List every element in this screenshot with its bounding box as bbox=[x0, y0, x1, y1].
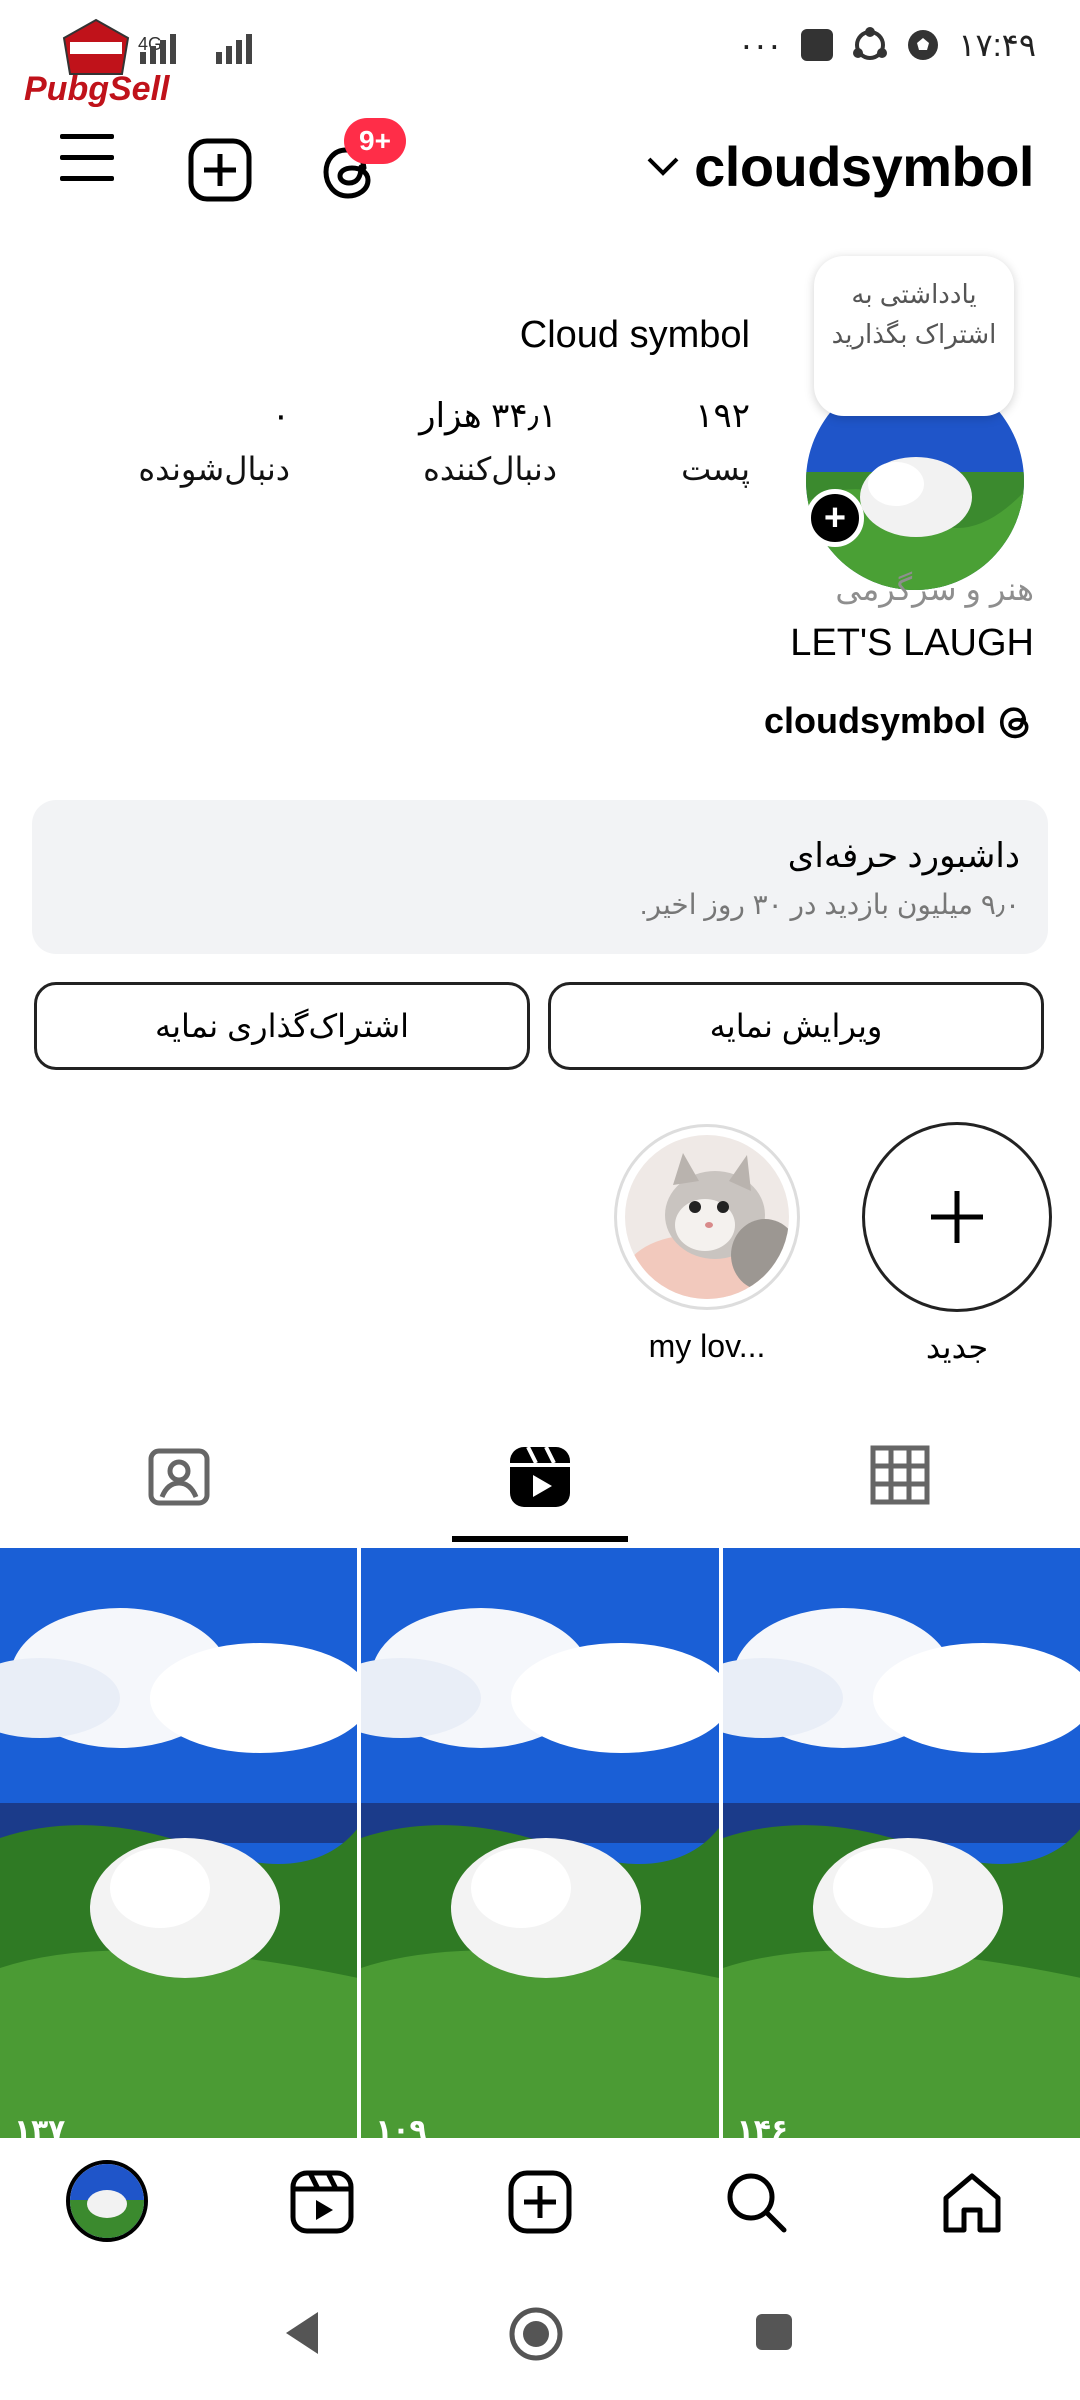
chevron-down-icon[interactable] bbox=[646, 156, 680, 178]
highlight-my-love[interactable] bbox=[614, 1124, 800, 1310]
menu-icon[interactable] bbox=[58, 130, 118, 186]
reels-grid: ۱۳۷ ۱۰۹ ۱۴۶ bbox=[0, 1548, 1080, 2138]
threads-handle: cloudsymbol bbox=[763, 700, 986, 741]
display-name: Cloud symbol bbox=[519, 314, 750, 356]
more-status-icon: ··· bbox=[740, 24, 783, 65]
tab-reels[interactable] bbox=[508, 1445, 572, 1509]
tab-grid[interactable] bbox=[870, 1445, 930, 1505]
new-highlight-button[interactable] bbox=[862, 1122, 1052, 1312]
posts-count[interactable]: ۱۹۲ bbox=[695, 396, 750, 436]
professional-dashboard-card[interactable] bbox=[32, 800, 1048, 954]
nav-create-icon[interactable] bbox=[508, 2170, 572, 2234]
following-count[interactable]: ۰ bbox=[272, 396, 290, 436]
status-time: ۱۷:۴۹ bbox=[958, 27, 1036, 63]
nav-profile-avatar[interactable] bbox=[66, 2160, 148, 2242]
profile-category: هنر و سرگرمی bbox=[835, 571, 1034, 607]
play-count: ۱۴۶ bbox=[736, 2114, 788, 2138]
threads-profile-link[interactable]: cloudsymbol bbox=[764, 700, 1034, 742]
system-back-icon[interactable] bbox=[282, 2310, 322, 2356]
note-bubble[interactable]: یادداشتی به اشتراک بگذارید bbox=[814, 256, 1014, 416]
reel-thumbnail[interactable]: ۱۴۶ bbox=[722, 1548, 1080, 2138]
grid-icon bbox=[870, 1445, 930, 1505]
highlight-my-love-label: my lov... bbox=[648, 1328, 766, 1364]
tab-tagged[interactable] bbox=[148, 1445, 210, 1507]
posts-label[interactable]: پست bbox=[681, 450, 750, 488]
nav-search-icon[interactable] bbox=[724, 2170, 788, 2234]
soccer-ball-icon bbox=[906, 28, 940, 62]
system-home-icon[interactable] bbox=[508, 2306, 564, 2362]
system-recents-icon[interactable] bbox=[754, 2312, 794, 2352]
reel-thumbnail[interactable]: ۱۳۷ bbox=[0, 1548, 358, 2138]
play-count: ۱۳۷ bbox=[14, 2114, 66, 2138]
dashboard-title: داشبورد حرفه‌ای bbox=[787, 837, 1020, 875]
dashboard-subtitle: ۹٫۰ میلیون بازدید در ۳۰ روز اخیر. bbox=[639, 889, 1020, 920]
followers-label[interactable]: دنبال‌کننده bbox=[423, 450, 557, 488]
play-count: ۱۰۹ bbox=[375, 2114, 427, 2138]
threads-small-icon bbox=[998, 702, 1034, 740]
account-switcher-username[interactable]: cloudsymbol bbox=[694, 134, 1034, 199]
share-profile-button[interactable]: اشتراک‌گذاری نمایه bbox=[34, 982, 530, 1070]
highlight-new-label: جدید bbox=[925, 1329, 989, 1365]
app-square-icon bbox=[800, 28, 834, 62]
following-label[interactable]: دنبال‌شونده bbox=[138, 450, 290, 488]
status-bar-right: ··· ۱۷:۴۹ bbox=[740, 24, 1036, 66]
reels-icon bbox=[510, 1446, 570, 1507]
signal-icon bbox=[140, 30, 270, 66]
profile-bio: LET'S LAUGH bbox=[790, 622, 1034, 664]
active-tab-indicator bbox=[452, 1536, 628, 1542]
reel-thumbnail[interactable]: ۱۰۹ bbox=[361, 1548, 719, 2138]
notification-badge: 9+ bbox=[344, 118, 406, 164]
nav-home-icon[interactable] bbox=[940, 2170, 1004, 2234]
create-post-icon[interactable] bbox=[188, 138, 252, 202]
followers-count[interactable]: ۳۴٫۱ هزار bbox=[419, 396, 557, 436]
watermark-logo-text: PubgSell bbox=[24, 70, 170, 108]
edit-profile-button[interactable]: ویرایش نمایه bbox=[548, 982, 1044, 1070]
nav-reels-icon[interactable] bbox=[290, 2170, 354, 2234]
add-story-icon[interactable]: + bbox=[806, 489, 864, 547]
plus-icon bbox=[931, 1191, 983, 1243]
sync-icon bbox=[852, 27, 888, 63]
tagged-icon bbox=[148, 1448, 210, 1506]
